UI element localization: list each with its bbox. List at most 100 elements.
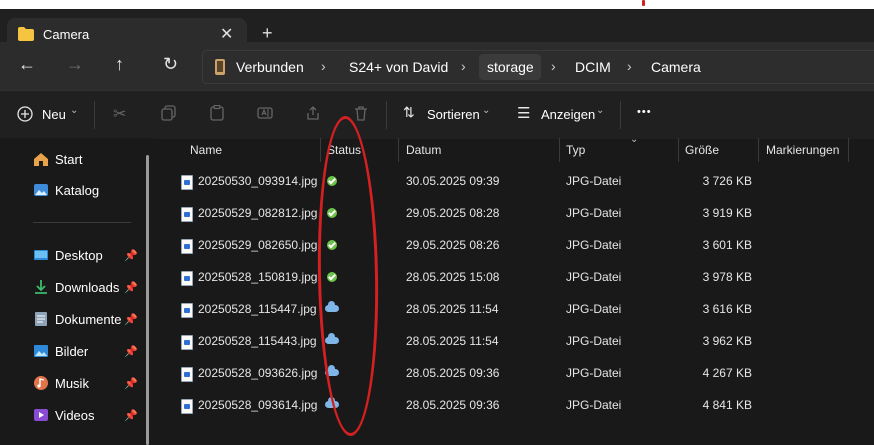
breadcrumb-camera[interactable]: Camera [651,59,701,75]
more-options-button[interactable]: ••• [637,106,652,118]
file-date: 28.05.2025 11:54 [406,302,499,316]
arrow-right-icon[interactable]: → [66,54,84,75]
sidebar-item-videos[interactable]: Videos [33,404,95,426]
column-divider[interactable] [758,138,759,162]
sidebar-item-label: Bilder [55,343,89,359]
image-file-icon [181,335,193,350]
file-row[interactable]: 20250529_082812.jpg 29.05.2025 08:28 JPG… [155,198,874,229]
share-icon[interactable] [305,105,321,121]
pin-icon[interactable]: 📌 [124,281,138,294]
pin-icon[interactable]: 📌 [124,249,138,262]
delete-icon[interactable] [353,105,369,121]
view-button[interactable]: Anzeigen [541,107,595,122]
sidebar-item-downloads[interactable]: Downloads [33,276,119,298]
file-row[interactable]: 20250530_093914.jpg 30.05.2025 09:39 JPG… [155,166,874,197]
pin-icon[interactable]: 📌 [124,313,138,326]
tab-bar: Camera ✕ + [0,9,874,51]
pin-icon[interactable]: 📌 [124,345,138,358]
file-size: 4 267 KB [702,366,752,380]
rename-icon[interactable] [257,105,273,121]
phone-icon [215,59,225,75]
chevron-down-icon[interactable]: ⌄ [482,105,490,116]
column-date[interactable]: Datum [406,143,441,157]
column-type[interactable]: Typ [566,143,585,157]
sort-button[interactable]: Sortieren [427,107,480,122]
sidebar-item-desktop[interactable]: Desktop [33,244,103,266]
file-date: 28.05.2025 09:36 [406,366,500,380]
copy-icon[interactable] [161,105,177,121]
file-name: 20250529_082650.jpg [198,238,318,252]
arrow-left-icon[interactable]: ← [18,54,36,75]
sidebar-item-start[interactable]: Start [33,148,82,170]
file-row[interactable]: 20250528_093614.jpg 28.05.2025 09:36 JPG… [155,390,874,421]
image-file-icon [181,303,193,318]
column-name[interactable]: Name [190,143,222,157]
sidebar-item-label: Videos [55,407,95,423]
breadcrumb-storage[interactable]: storage [487,59,534,75]
plus-circle-icon [17,106,33,122]
file-type: JPG-Datei [566,366,622,380]
plus-icon[interactable]: + [262,23,273,44]
paste-icon[interactable] [209,105,225,121]
download-icon [35,280,47,294]
sort-caret-icon: ⌄ [630,134,639,145]
address-bar[interactable]: Verbunden › S24+ von David › storage › D… [202,50,874,84]
file-date: 30.05.2025 09:39 [406,174,500,188]
file-row[interactable]: 20250528_150819.jpg 28.05.2025 15:08 JPG… [155,262,874,293]
pin-icon[interactable]: 📌 [124,409,138,422]
file-name: 20250528_115443.jpg [198,334,317,348]
image-file-icon [181,399,193,414]
image-file-icon [181,271,193,286]
breadcrumb-verbunden[interactable]: Verbunden [236,59,304,75]
sidebar-item-label: Katalog [55,182,100,198]
desktop-icon [34,250,48,260]
breadcrumb-device[interactable]: S24+ von David [349,59,448,75]
sidebar-item-dokumente[interactable]: Dokumente [33,308,121,330]
column-size[interactable]: Größe [685,143,719,157]
toolbar-divider [386,101,387,129]
file-name: 20250528_115447.jpg [198,302,317,316]
column-divider[interactable] [678,138,679,162]
column-divider[interactable] [398,138,399,162]
column-tags[interactable]: Markierungen [766,143,839,157]
file-row[interactable]: 20250528_115443.jpg 28.05.2025 11:54 JPG… [155,326,874,357]
refresh-icon[interactable]: ↻ [163,54,178,75]
file-type: JPG-Datei [566,270,622,284]
sidebar-item-musik[interactable]: Musik [33,372,89,394]
file-name: 20250529_082812.jpg [198,206,318,220]
column-divider[interactable] [848,138,849,162]
image-file-icon [181,175,193,190]
sidebar-item-label: Start [55,151,83,167]
sidebar-item-label: Dokumente [55,311,122,327]
top-edge-strip [0,0,874,9]
sidebar-item-bilder[interactable]: Bilder [33,340,88,362]
new-button[interactable]: Neu [42,107,66,122]
file-type: JPG-Datei [566,206,622,220]
file-row[interactable]: 20250528_115447.jpg 28.05.2025 11:54 JPG… [155,294,874,325]
cut-icon[interactable]: ✂ [113,104,126,124]
chevron-right-icon[interactable]: › [461,58,466,74]
video-icon [34,409,48,421]
chevron-right-icon[interactable]: › [627,58,632,74]
column-divider[interactable] [559,138,560,162]
red-annotation-mark [642,0,645,6]
breadcrumb-dcim[interactable]: DCIM [575,59,611,75]
sidebar-item-katalog[interactable]: Katalog [33,179,99,201]
chevron-right-icon[interactable]: › [321,58,326,74]
chevron-down-icon[interactable]: ⌄ [70,105,78,116]
chevron-right-icon[interactable]: › [551,58,556,74]
file-type: JPG-Datei [566,302,622,316]
column-divider[interactable] [320,138,321,162]
document-icon [35,312,47,326]
sidebar-scrollbar[interactable] [146,155,149,445]
chevron-down-icon[interactable]: ⌄ [596,105,604,116]
file-name: 20250528_093614.jpg [198,398,318,412]
file-type: JPG-Datei [566,398,622,412]
file-row[interactable]: 20250528_093626.jpg 28.05.2025 09:36 JPG… [155,358,874,389]
file-date: 28.05.2025 09:36 [406,398,500,412]
file-row[interactable]: 20250529_082650.jpg 29.05.2025 08:26 JPG… [155,230,874,261]
close-icon[interactable]: ✕ [220,24,233,44]
pin-icon[interactable]: 📌 [124,377,138,390]
arrow-up-icon[interactable]: ↑ [115,54,124,75]
folder-icon [18,27,34,41]
